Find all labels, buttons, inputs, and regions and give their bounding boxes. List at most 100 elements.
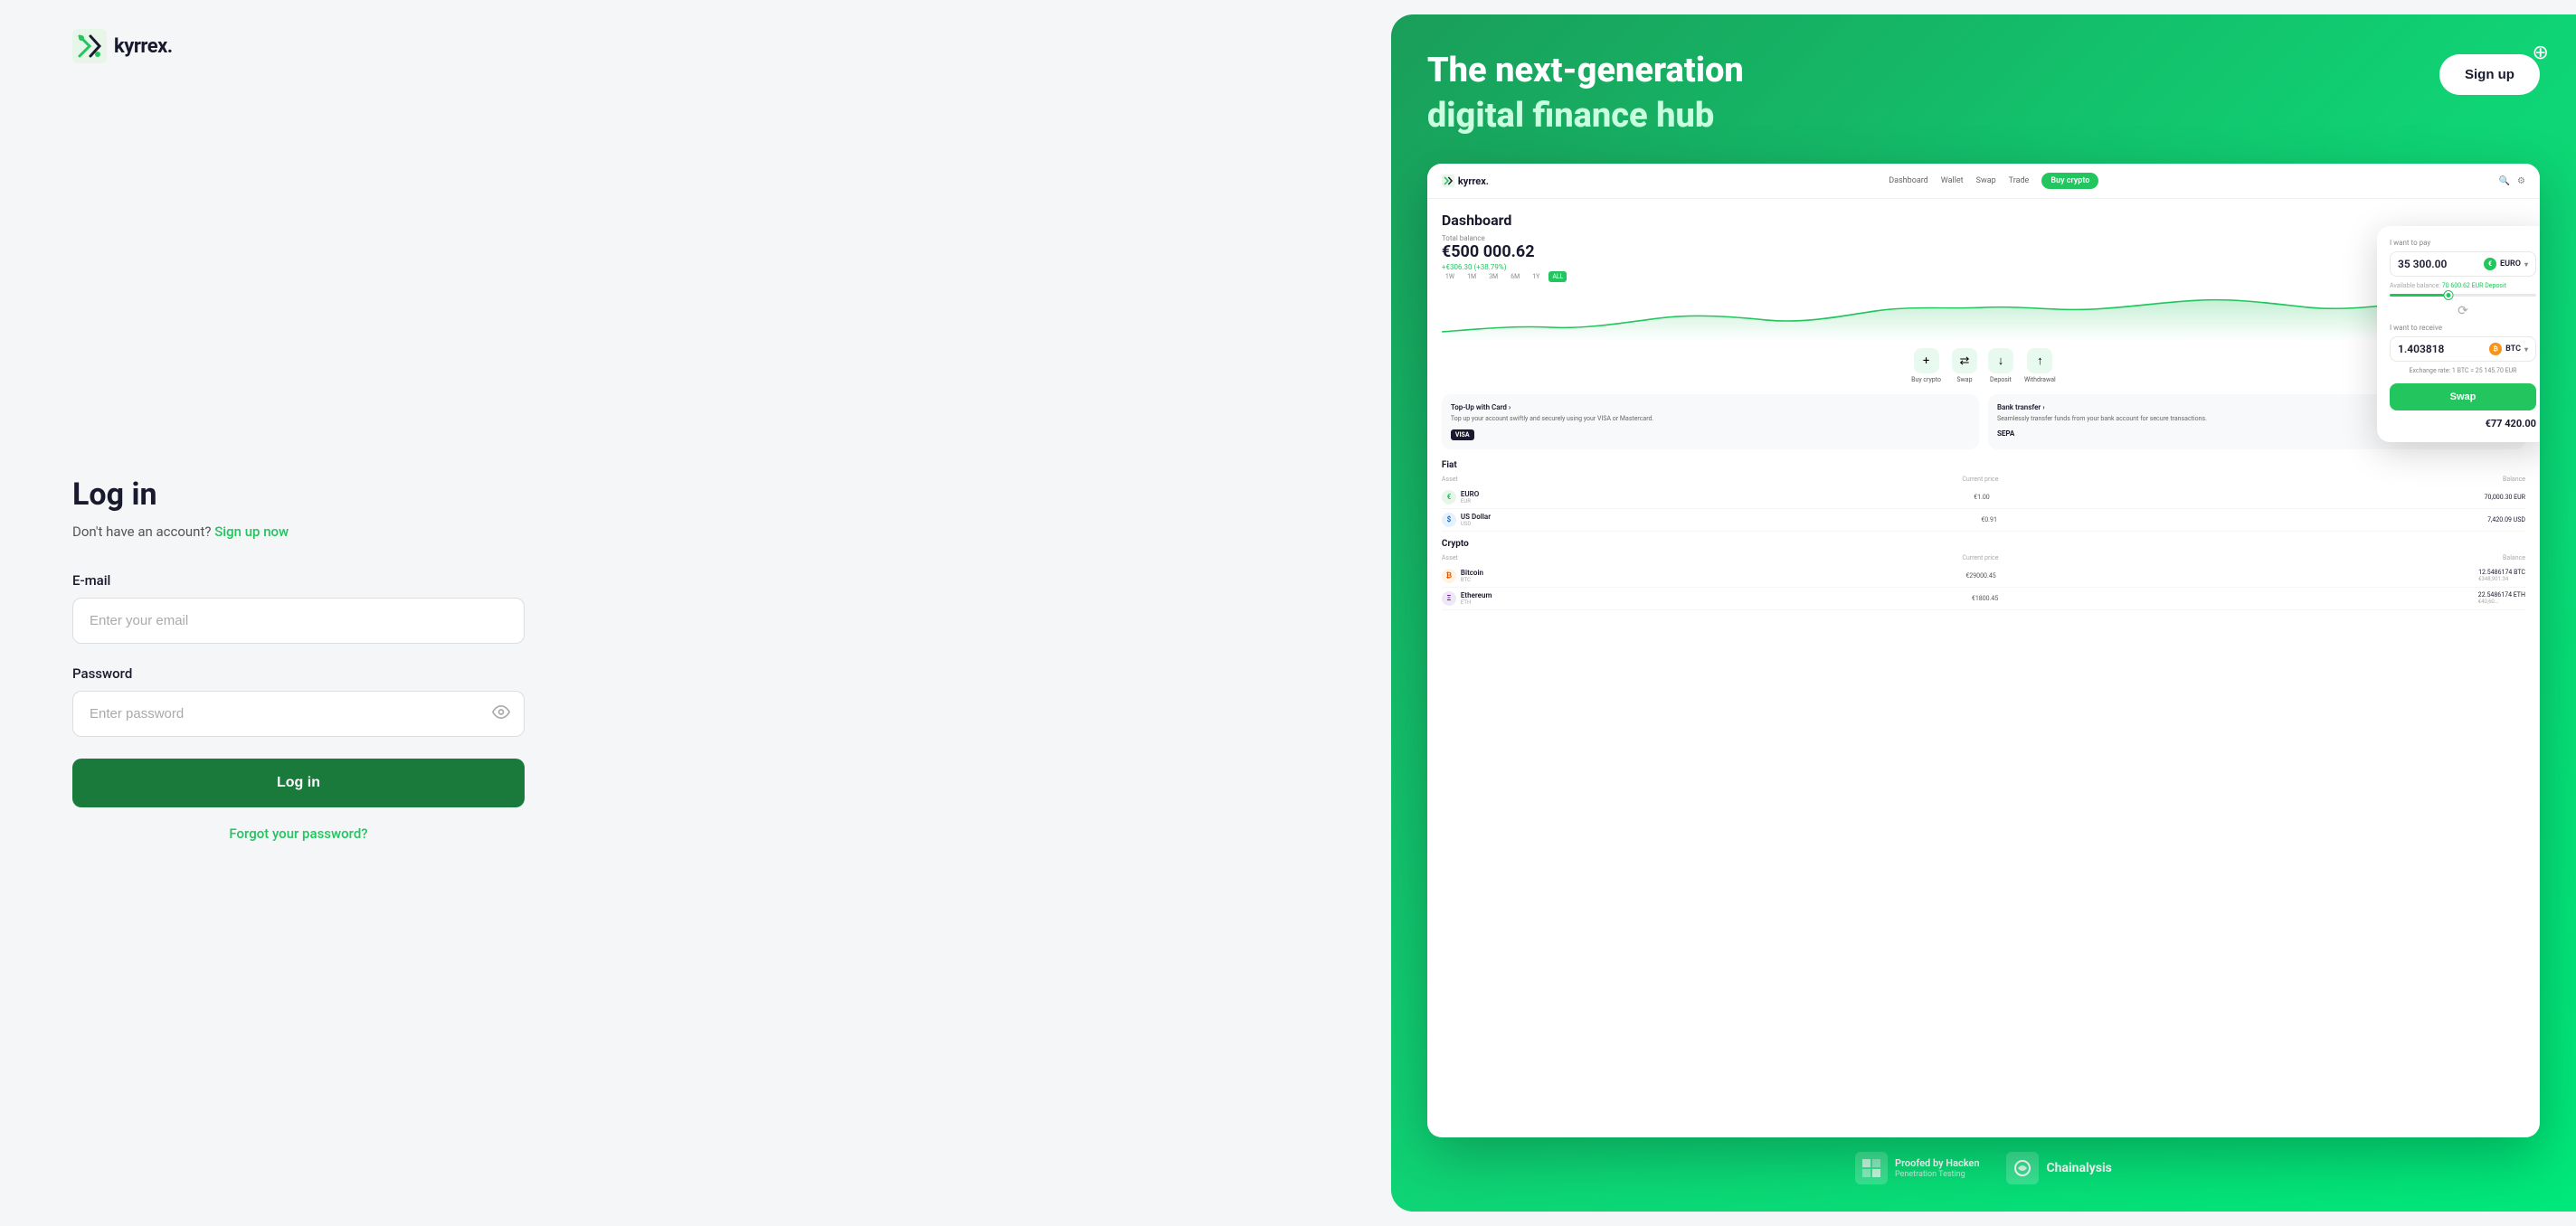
pay-currency-chevron: ▾ — [2524, 260, 2528, 269]
password-input[interactable] — [72, 691, 525, 737]
nav-trade: Trade — [2009, 176, 2030, 185]
filter-1m: 1M — [1463, 271, 1480, 282]
eth-balance: 22.5486174 ETH — [2478, 591, 2525, 599]
right-panel: The next-generation digital finance hub … — [1391, 14, 2576, 1212]
usd-balance: 7,420.09 USD — [2487, 516, 2525, 523]
hacken-text: Proofed by Hacken Penetration Testing — [1895, 1157, 1979, 1179]
btc-asset-info: ₿ Bitcoin BTC — [1442, 569, 1483, 583]
chainalysis-icon — [2006, 1152, 2039, 1184]
swap-receive-currency-text: BTC — [2505, 344, 2521, 354]
mockup-chart — [1442, 291, 2525, 341]
email-input-wrapper — [72, 598, 525, 644]
action-withdrawal-label: Withdrawal — [2024, 376, 2056, 383]
withdrawal-icon: ↑ — [2027, 348, 2052, 373]
swap-pay-row: 35 300.00 € EURO ▾ — [2390, 251, 2536, 277]
mockup-time-filters: 1W 1M 3M 6M 1Y ALL — [1442, 271, 2525, 282]
euro-balance: 70,000.30 EUR — [2485, 494, 2525, 501]
sepa-badge: SEPA — [1997, 429, 2014, 438]
action-swap-label: Swap — [1956, 376, 1972, 383]
mockup-cards-row: Top-Up with Card › Top up your account s… — [1442, 394, 2525, 449]
globe-icon[interactable]: ⊕ — [2533, 42, 2549, 64]
hero-text: The next-generation digital finance hub — [1427, 51, 2418, 137]
dashboard-mockup: kyrrex. Dashboard Wallet Swap Trade Buy … — [1427, 164, 2540, 1137]
fiat-table-header: Asset Current price Balance — [1442, 476, 2525, 483]
eth-icon: Ξ — [1442, 591, 1456, 606]
usd-name: US Dollar — [1461, 513, 1491, 521]
swap-receive-value: 1.403818 — [2398, 343, 2444, 355]
signup-prompt: Don't have an account? Sign up now — [72, 523, 525, 540]
swap-receive-row: 1.403818 ₿ BTC ▾ — [2390, 336, 2536, 362]
euro-asset-info: € EURO EUR — [1442, 490, 1479, 505]
login-form-container: Log in Don't have an account? Sign up no… — [72, 92, 525, 1226]
swap-icon: ⇄ — [1952, 348, 1977, 373]
mockup-nav: kyrrex. Dashboard Wallet Swap Trade Buy … — [1427, 164, 2540, 199]
eth-sub: ETH — [1461, 599, 1492, 606]
swap-available-amount: 70 600.62 EUR — [2442, 282, 2484, 289]
forgot-password-link[interactable]: Forgot your password? — [72, 825, 525, 842]
mockup-body: Dashboard Total balance €500 000.62 +€30… — [1427, 199, 2540, 1137]
usd-sub: USD — [1461, 521, 1491, 527]
right-panel-footer: Proofed by Hacken Penetration Testing Ch… — [1855, 1152, 2112, 1184]
nav-buy-crypto: Buy crypto — [2041, 173, 2098, 189]
nav-dashboard: Dashboard — [1889, 176, 1928, 185]
fiat-row-euro: € EURO EUR €1.00 70,000.30 EUR — [1442, 486, 2525, 509]
swap-pay-currency-text: EURO — [2500, 259, 2521, 269]
proof-chainalysis: Chainalysis — [2006, 1152, 2111, 1184]
btc-name: Bitcoin — [1461, 569, 1483, 577]
proof-hacken: Proofed by Hacken Penetration Testing — [1855, 1152, 1979, 1184]
crypto-table-header: Asset Current price Balance — [1442, 554, 2525, 561]
euro-currency-icon: € — [2484, 258, 2496, 270]
swap-progress-fill — [2390, 294, 2448, 297]
action-buy-label: Buy crypto — [1911, 376, 1941, 383]
usd-icon: $ — [1442, 513, 1456, 527]
eth-price: €1800.45 — [1972, 595, 1998, 602]
mockup-search-icon: 🔍 — [2499, 176, 2510, 186]
password-label: Password — [72, 665, 525, 682]
signup-link[interactable]: Sign up now — [214, 523, 289, 540]
filter-6m: 6M — [1507, 271, 1523, 282]
mockup-balance-change: +€306.30 (+38.79%) — [1442, 263, 2525, 271]
swap-receive-label: I want to receive — [2390, 324, 2536, 332]
crypto-row-btc: ₿ Bitcoin BTC €29000.45 12.5486174 BTC €… — [1442, 565, 2525, 588]
swap-amount-bottom: €77 420.00 — [2390, 418, 2536, 429]
swap-arrows-icon: ⟳ — [2390, 304, 2536, 318]
password-input-wrapper — [72, 691, 525, 737]
nav-wallet: Wallet — [1941, 176, 1964, 185]
visa-badge: VISA — [1451, 429, 1474, 440]
email-input[interactable] — [72, 598, 525, 644]
btc-price: €29000.45 — [1965, 572, 1995, 580]
mockup-main: Dashboard Total balance €500 000.62 +€30… — [1442, 212, 2525, 1125]
usd-asset-info: $ US Dollar USD — [1442, 513, 1491, 527]
fiat-row-usd: $ US Dollar USD €0.91 7,420.09 USD — [1442, 509, 2525, 532]
crypto-section-title: Crypto — [1442, 539, 2525, 549]
deposit-link[interactable]: Deposit — [2485, 282, 2506, 289]
mockup-nav-links: Dashboard Wallet Swap Trade Buy crypto — [1889, 173, 2098, 189]
eth-asset-info: Ξ Ethereum ETH — [1442, 591, 1492, 606]
swap-progress-bar — [2390, 294, 2536, 297]
right-signup-button[interactable]: Sign up — [2439, 54, 2540, 95]
swap-exchange-rate: Exchange rate: 1 BTC = 25 145.70 EUR — [2390, 367, 2536, 374]
filter-1w: 1W — [1442, 271, 1458, 282]
login-title: Log in — [72, 476, 525, 513]
eth-balance-eur: €40,60... — [2478, 599, 2525, 605]
password-toggle-icon[interactable] — [492, 703, 510, 725]
right-panel-header: The next-generation digital finance hub … — [1427, 51, 2540, 137]
kyrrex-logo-icon — [72, 29, 107, 63]
topup-payment-methods: VISA — [1451, 429, 1970, 440]
hero-subtitle: digital finance hub — [1427, 96, 2418, 137]
btc-icon: ₿ — [1442, 569, 1456, 583]
btc-balance-eur: €348,901.34 — [2478, 576, 2525, 582]
filter-1y: 1Y — [1529, 271, 1543, 282]
chainalysis-text: Chainalysis — [2046, 1161, 2111, 1175]
logo-area: kyrrex. — [72, 0, 1319, 92]
swap-receive-currency: ₿ BTC ▾ — [2489, 343, 2528, 355]
mockup-logo-text: kyrrex. — [1458, 175, 1489, 187]
login-button[interactable]: Log in — [72, 759, 525, 807]
filter-3m: 3M — [1485, 271, 1501, 282]
eth-name: Ethereum — [1461, 591, 1492, 599]
swap-pay-value: 35 300.00 — [2398, 258, 2447, 270]
nav-swap: Swap — [1976, 176, 1996, 185]
swap-button[interactable]: Swap — [2390, 383, 2536, 410]
fiat-table: Asset Current price Balance € EURO EUR € — [1442, 476, 2525, 532]
crypto-table: Asset Current price Balance ₿ Bitcoin BT… — [1442, 554, 2525, 610]
